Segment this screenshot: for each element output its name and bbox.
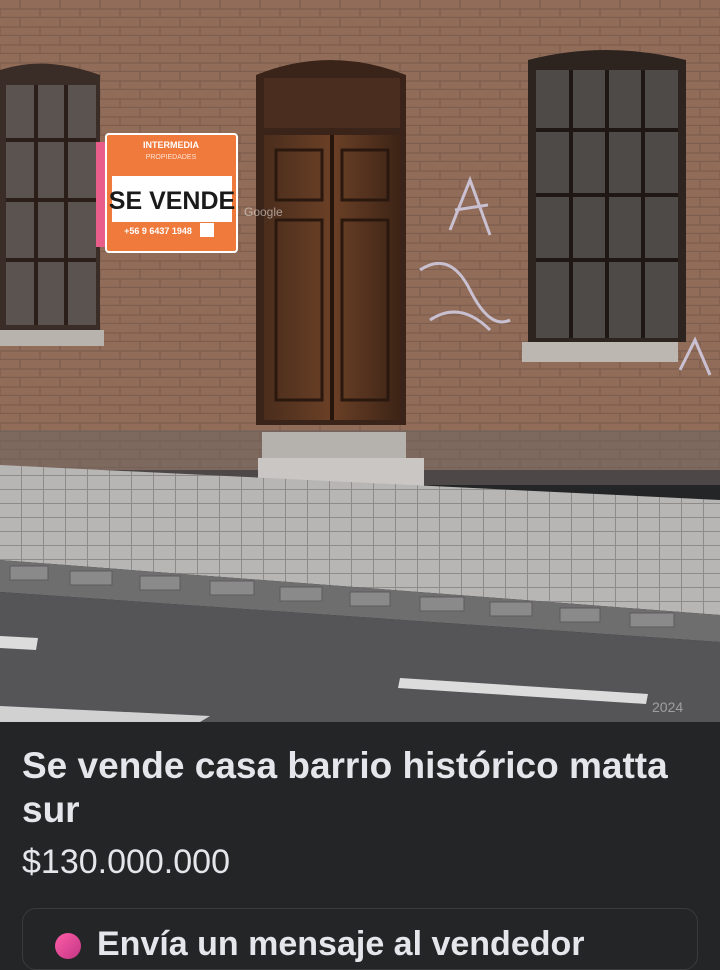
- left-window: [0, 63, 104, 346]
- sign-subtitle: PROPIEDADES: [146, 154, 197, 161]
- listing-info: Se vende casa barrio histórico matta sur…: [0, 722, 720, 970]
- sign-phone: +56 9 6437 1948: [124, 226, 192, 236]
- listing-price: $130.000.000: [22, 843, 230, 881]
- message-seller-text: Envía un mensaje al vendedor: [97, 925, 585, 963]
- message-seller-card[interactable]: Envía un mensaje al vendedor: [22, 908, 698, 970]
- se-vende-sign: INTERMEDIA PROPIEDADES SE VENDE +56 9 64…: [96, 133, 238, 253]
- house-facade-image: INTERMEDIA PROPIEDADES SE VENDE +56 9 64…: [0, 0, 720, 722]
- google-watermark: Google: [244, 205, 283, 219]
- right-window: [522, 50, 686, 362]
- year-watermark: 2024: [652, 699, 683, 715]
- sign-headline: SE VENDE: [109, 187, 235, 215]
- listing-title: Se vende casa barrio histórico matta sur: [22, 745, 668, 830]
- qr-code-icon: [200, 223, 214, 237]
- messenger-icon: [55, 933, 81, 959]
- sign-company: INTERMEDIA: [143, 140, 200, 150]
- listing-photo[interactable]: INTERMEDIA PROPIEDADES SE VENDE +56 9 64…: [0, 0, 720, 722]
